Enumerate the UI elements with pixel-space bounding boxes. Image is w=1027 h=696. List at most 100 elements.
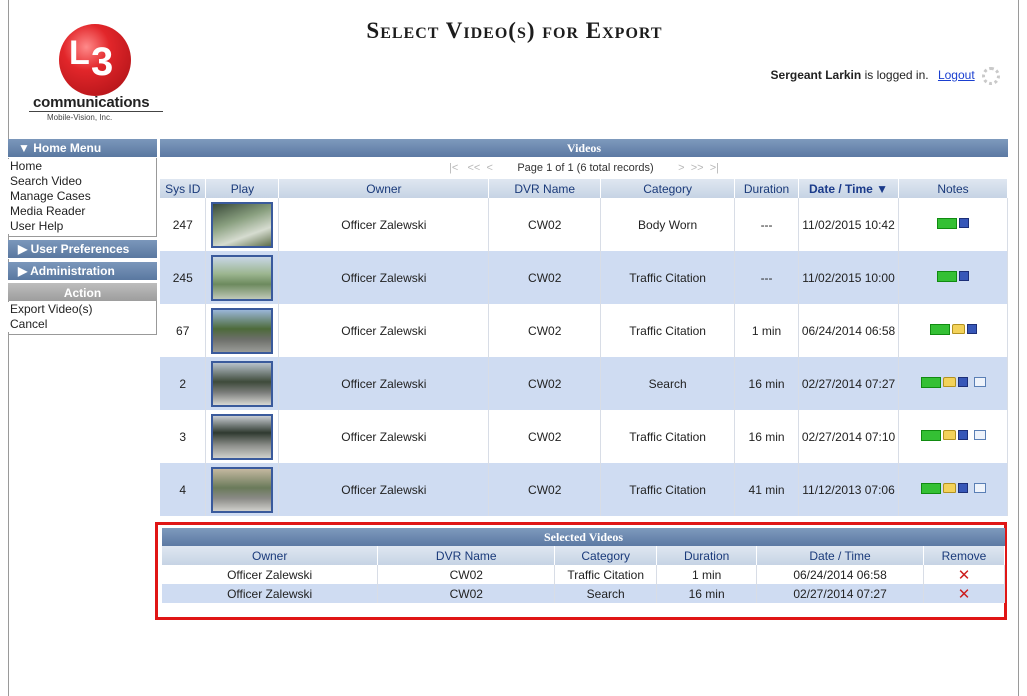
- cell-dvr-name: CW02: [377, 565, 556, 584]
- sel-col-remove: Remove: [923, 546, 1006, 565]
- videos-panel: Videos |< << < Page 1 of 1 (6 total reco…: [160, 139, 1008, 516]
- cell-category: Traffic Citation: [600, 463, 736, 516]
- save-disk-icon[interactable]: [959, 271, 969, 281]
- video-thumbnail[interactable]: [211, 413, 274, 460]
- case-folder-icon[interactable]: [942, 430, 956, 440]
- cell-dvr-name: CW02: [488, 357, 602, 410]
- table-row[interactable]: 67 Officer Zalewski CW02 Traffic Citatio…: [160, 304, 1008, 357]
- menu-item-export-videos[interactable]: Export Video(s): [8, 302, 156, 317]
- user-name: Sergeant Larkin: [770, 68, 862, 83]
- video-thumbnail[interactable]: [211, 201, 274, 248]
- logged-in-text: is logged in.: [864, 68, 929, 83]
- pager-prev-fast-button[interactable]: <<: [467, 162, 480, 174]
- menu-item-search-video[interactable]: Search Video: [8, 174, 156, 189]
- table-row[interactable]: 245 Officer Zalewski CW02 Traffic Citati…: [160, 251, 1008, 304]
- cell-date-time: 11/12/2013 07:06: [798, 463, 899, 516]
- user-preferences-header[interactable]: ▶ User Preferences: [8, 240, 157, 259]
- menu-item-user-help[interactable]: User Help: [8, 219, 156, 234]
- menu-item-manage-cases[interactable]: Manage Cases: [8, 189, 156, 204]
- pager-next-fast-button[interactable]: >>: [691, 162, 704, 174]
- cell-date-time: 11/02/2015 10:42: [798, 198, 899, 251]
- gps-track-icon[interactable]: [920, 376, 941, 388]
- video-thumbnail[interactable]: [211, 360, 274, 407]
- window-icon[interactable]: [973, 430, 986, 440]
- save-disk-icon[interactable]: [959, 218, 969, 228]
- col-category[interactable]: Category: [600, 179, 736, 198]
- window-icon[interactable]: [973, 483, 986, 493]
- table-row[interactable]: 3 Officer Zalewski CW02 Traffic Citation…: [160, 410, 1008, 463]
- table-row[interactable]: 247 Officer Zalewski CW02 Body Worn --- …: [160, 198, 1008, 251]
- save-disk-icon[interactable]: [966, 324, 977, 334]
- cell-owner: Officer Zalewski: [162, 584, 379, 603]
- video-thumbnail[interactable]: [211, 254, 274, 301]
- cell-owner: Officer Zalewski: [278, 410, 490, 463]
- gps-track-icon[interactable]: [920, 482, 941, 494]
- cell-category: Search: [600, 357, 736, 410]
- cell-dvr-name: CW02: [488, 463, 602, 516]
- cell-sys-id: 67: [160, 304, 207, 357]
- videos-title: Videos: [160, 139, 1008, 157]
- cell-sys-id: 2: [160, 357, 207, 410]
- col-notes: Notes: [898, 179, 1008, 198]
- selected-videos-panel: Selected Videos Owner DVR Name Category …: [162, 528, 1006, 603]
- save-disk-icon[interactable]: [957, 430, 968, 440]
- table-row[interactable]: 4 Officer Zalewski CW02 Traffic Citation…: [160, 463, 1008, 516]
- cell-category: Traffic Citation: [600, 304, 736, 357]
- videos-header-row: Sys ID Play Owner DVR Name Category Dura…: [160, 179, 1008, 198]
- user-status: Sergeant Larkin is logged in. Logout: [771, 67, 1000, 85]
- page-title: Select Video(s) for Export: [366, 18, 663, 43]
- save-disk-icon[interactable]: [957, 483, 968, 493]
- case-folder-icon[interactable]: [942, 377, 956, 387]
- cell-dvr-name: CW02: [488, 304, 602, 357]
- cell-owner: Officer Zalewski: [278, 463, 490, 516]
- action-header: Action: [8, 281, 157, 301]
- table-row: Officer Zalewski CW02 Traffic Citation 1…: [162, 565, 1006, 584]
- menu-item-cancel[interactable]: Cancel: [8, 317, 156, 332]
- remove-x-icon[interactable]: ✕: [958, 567, 971, 584]
- logo-divider: [29, 111, 163, 112]
- case-folder-icon[interactable]: [951, 324, 965, 334]
- menu-item-media-reader[interactable]: Media Reader: [8, 204, 156, 219]
- col-duration[interactable]: Duration: [734, 179, 800, 198]
- administration-header[interactable]: ▶ Administration: [8, 262, 157, 281]
- logout-link[interactable]: Logout: [938, 68, 975, 82]
- case-folder-icon[interactable]: [942, 483, 956, 493]
- gps-track-icon[interactable]: [929, 323, 950, 335]
- cell-category: Traffic Citation: [600, 251, 736, 304]
- cell-owner: Officer Zalewski: [278, 198, 490, 251]
- col-date-time[interactable]: Date / Time ▼: [798, 179, 899, 198]
- pager-last-button[interactable]: >|: [710, 162, 719, 174]
- gps-track-icon[interactable]: [920, 429, 941, 441]
- logo-subtext: Mobile-Vision, Inc.: [47, 113, 113, 122]
- pager-prev-button[interactable]: <: [486, 162, 492, 174]
- pager-first-button[interactable]: |<: [449, 162, 458, 174]
- gps-track-icon[interactable]: [937, 217, 957, 229]
- cell-duration: 16 min: [734, 410, 800, 463]
- col-sys-id[interactable]: Sys ID: [160, 179, 207, 198]
- menu-item-home[interactable]: Home: [8, 159, 156, 174]
- col-dvr-name[interactable]: DVR Name: [488, 179, 602, 198]
- cell-sys-id: 245: [160, 251, 207, 304]
- cell-dvr-name: CW02: [377, 584, 556, 603]
- loading-spinner-icon: [982, 67, 1000, 85]
- cell-duration: ---: [734, 251, 800, 304]
- save-disk-icon[interactable]: [957, 377, 968, 387]
- remove-x-icon[interactable]: ✕: [958, 586, 971, 603]
- cell-duration: 16 min: [656, 584, 758, 603]
- table-row[interactable]: 2 Officer Zalewski CW02 Search 16 min 02…: [160, 357, 1008, 410]
- video-thumbnail[interactable]: [211, 307, 274, 354]
- cell-category: Body Worn: [600, 198, 736, 251]
- pager-next-button[interactable]: >: [678, 162, 684, 174]
- cell-duration: 41 min: [734, 463, 800, 516]
- cell-sys-id: 247: [160, 198, 207, 251]
- window-icon[interactable]: [973, 377, 986, 387]
- video-thumbnail[interactable]: [211, 466, 274, 513]
- selected-header-row: Owner DVR Name Category Duration Date / …: [162, 546, 1006, 565]
- home-menu-header[interactable]: ▼ Home Menu: [8, 139, 157, 158]
- pager-text: Page 1 of 1 (6 total records): [517, 162, 654, 174]
- cell-date-time: 06/24/2014 06:58: [756, 565, 924, 584]
- left-menu: ▼ Home Menu Home Search Video Manage Cas…: [8, 139, 157, 335]
- col-owner[interactable]: Owner: [278, 179, 490, 198]
- cell-duration: 1 min: [734, 304, 800, 357]
- gps-track-icon[interactable]: [937, 270, 957, 282]
